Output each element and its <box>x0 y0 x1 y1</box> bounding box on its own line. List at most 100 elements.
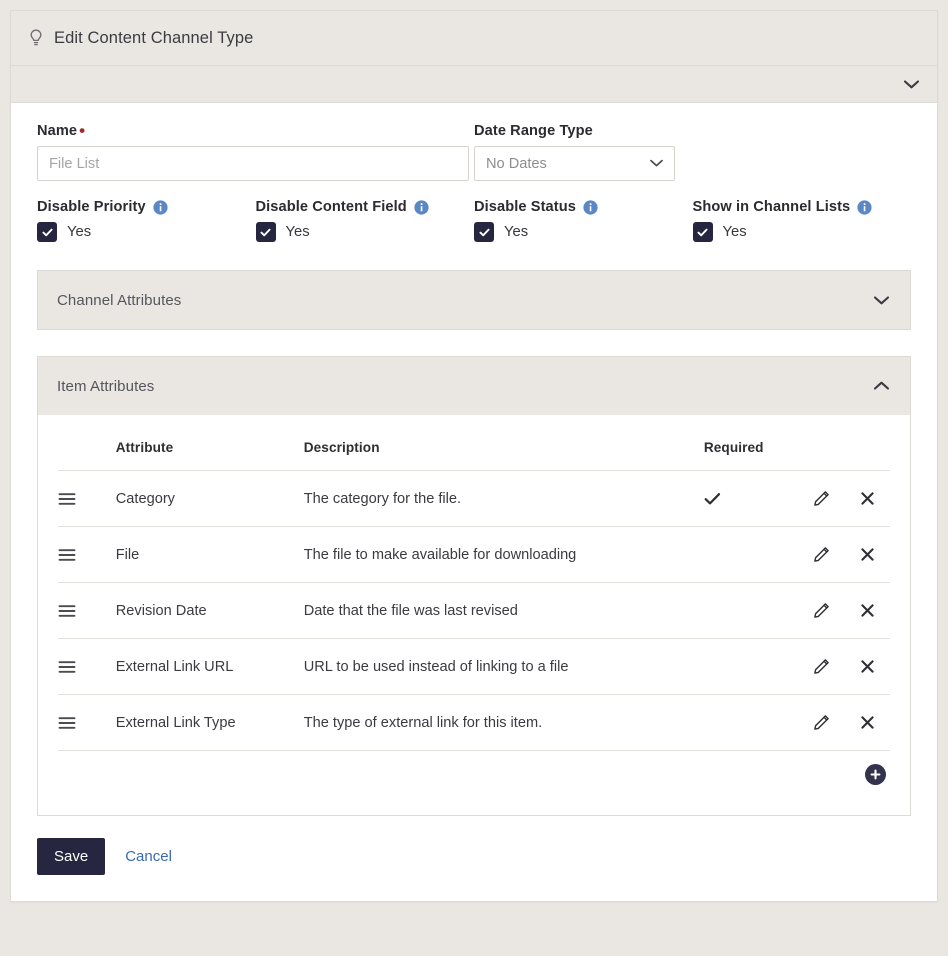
disable-status-label-row: Disable Status <box>474 199 693 215</box>
name-and-daterange-row: Name• Date Range Type No Dates <box>37 121 911 181</box>
row-edit-cell[interactable] <box>797 694 846 750</box>
cancel-button[interactable]: Cancel <box>125 848 172 865</box>
date-range-type-group: Date Range Type No Dates <box>474 123 911 181</box>
disable-status-checkbox-row[interactable]: Yes <box>474 222 693 242</box>
item-attributes-table: Attribute Description Required Category … <box>58 415 890 750</box>
table-header-row: Attribute Description Required <box>58 415 890 471</box>
disable-content-field-value: Yes <box>285 224 310 240</box>
drag-handle-icon[interactable] <box>58 492 112 506</box>
show-in-channel-lists-checkbox[interactable] <box>692 222 713 242</box>
plus-circle-icon[interactable] <box>865 764 886 785</box>
save-button[interactable]: Save <box>37 838 106 875</box>
page-title: Edit Content Channel Type <box>54 28 254 47</box>
row-required <box>703 638 798 695</box>
close-icon[interactable] <box>846 547 890 562</box>
row-description: The category for the file. <box>303 470 704 527</box>
disable-content-field-checkbox-row[interactable]: Yes <box>255 222 475 242</box>
row-drag-cell[interactable] <box>58 470 112 527</box>
drag-handle-icon[interactable] <box>58 716 112 730</box>
row-edit-cell[interactable] <box>797 582 846 639</box>
row-edit-cell[interactable] <box>797 470 846 527</box>
disable-priority-label-row: Disable Priority <box>37 199 256 215</box>
row-edit-cell[interactable] <box>797 638 846 695</box>
chevron-down-icon[interactable] <box>902 78 921 90</box>
table-row: Category The category for the file. <box>58 470 890 527</box>
drag-handle-icon[interactable] <box>58 604 112 618</box>
show-in-channel-lists-label-row: Show in Channel Lists <box>693 199 912 215</box>
row-delete-cell[interactable] <box>845 582 890 639</box>
pencil-icon[interactable] <box>798 546 846 563</box>
disable-content-field-group: Disable Content Field Yes <box>255 199 475 242</box>
column-description: Description <box>303 440 380 455</box>
disable-priority-checkbox-row[interactable]: Yes <box>37 222 256 242</box>
row-delete-cell[interactable] <box>845 638 890 695</box>
info-icon[interactable] <box>850 199 872 215</box>
chevron-up-icon[interactable] <box>872 380 891 392</box>
panel-collapse-bar[interactable] <box>11 66 937 103</box>
row-edit-cell[interactable] <box>797 526 846 583</box>
drag-handle-icon[interactable] <box>58 660 112 674</box>
close-icon[interactable] <box>846 491 890 506</box>
row-delete-cell[interactable] <box>845 526 890 583</box>
accordion-item-attributes-header[interactable]: Item Attributes <box>38 357 910 415</box>
panel-footer: Save Cancel <box>11 816 937 901</box>
panel-heading: Edit Content Channel Type <box>11 11 937 66</box>
name-label: Name • <box>37 121 474 140</box>
pencil-icon[interactable] <box>798 658 846 675</box>
row-delete-cell[interactable] <box>845 470 890 527</box>
toggle-options-row: Disable Priority Yes Disable Content Fie… <box>37 199 911 242</box>
info-icon[interactable] <box>576 199 598 215</box>
row-attribute: Category <box>111 470 304 527</box>
add-attribute-row <box>58 750 890 791</box>
accordion-item-attributes-body: Attribute Description Required Category … <box>38 415 910 815</box>
table-row: External Link URL URL to be used instead… <box>58 638 890 695</box>
column-edit <box>798 415 846 471</box>
disable-priority-checkbox[interactable] <box>37 222 57 242</box>
row-required <box>703 526 798 583</box>
pencil-icon[interactable] <box>798 602 846 619</box>
row-required <box>703 582 798 639</box>
table-row: External Link Type The type of external … <box>58 694 890 750</box>
show-in-channel-lists-value: Yes <box>722 224 747 240</box>
row-drag-cell[interactable] <box>58 694 112 750</box>
accordion-channel-attributes-header[interactable]: Channel Attributes <box>38 271 910 329</box>
accordion-channel-attributes: Channel Attributes <box>37 270 911 330</box>
row-attribute: External Link Type <box>111 694 304 750</box>
disable-content-field-label-row: Disable Content Field <box>256 199 475 215</box>
drag-handle-icon[interactable] <box>58 548 112 562</box>
panel-body: Name• Date Range Type No Dates <box>11 103 937 816</box>
row-drag-cell[interactable] <box>58 526 112 583</box>
date-range-type-select[interactable]: No Dates <box>474 146 675 181</box>
pencil-icon[interactable] <box>798 490 846 507</box>
page-root: Edit Content Channel Type Name• Da <box>0 0 948 956</box>
row-description: The file to make available for downloadi… <box>303 526 704 583</box>
disable-status-checkbox[interactable] <box>474 222 494 242</box>
close-icon[interactable] <box>846 659 890 674</box>
disable-content-field-checkbox[interactable] <box>255 222 276 242</box>
table-row: Revision Date Date that the file was las… <box>58 582 890 639</box>
date-range-type-value[interactable]: No Dates <box>474 146 675 181</box>
show-in-channel-lists-checkbox-row[interactable]: Yes <box>692 222 912 242</box>
close-icon[interactable] <box>846 715 890 730</box>
disable-status-value: Yes <box>504 224 529 240</box>
disable-content-field-label: Disable Content Field <box>255 199 407 215</box>
column-handle <box>58 415 112 471</box>
row-drag-cell[interactable] <box>58 582 112 639</box>
column-attribute: Attribute <box>115 440 174 455</box>
row-delete-cell[interactable] <box>845 694 890 750</box>
row-attribute: External Link URL <box>111 638 304 695</box>
chevron-down-icon[interactable] <box>872 294 891 306</box>
table-body: Category The category for the file. File… <box>58 470 890 750</box>
pencil-icon[interactable] <box>798 714 846 731</box>
accordion-channel-attributes-title: Channel Attributes <box>57 291 182 309</box>
required-marker: • <box>79 121 86 140</box>
name-input[interactable] <box>37 146 469 181</box>
row-description: URL to be used instead of linking to a f… <box>303 638 704 695</box>
info-icon[interactable] <box>407 199 429 215</box>
info-icon[interactable] <box>146 199 168 215</box>
row-drag-cell[interactable] <box>58 638 112 695</box>
disable-priority-group: Disable Priority Yes <box>37 199 256 242</box>
lightbulb-icon <box>27 28 54 48</box>
row-description: The type of external link for this item. <box>303 694 704 750</box>
close-icon[interactable] <box>846 603 890 618</box>
